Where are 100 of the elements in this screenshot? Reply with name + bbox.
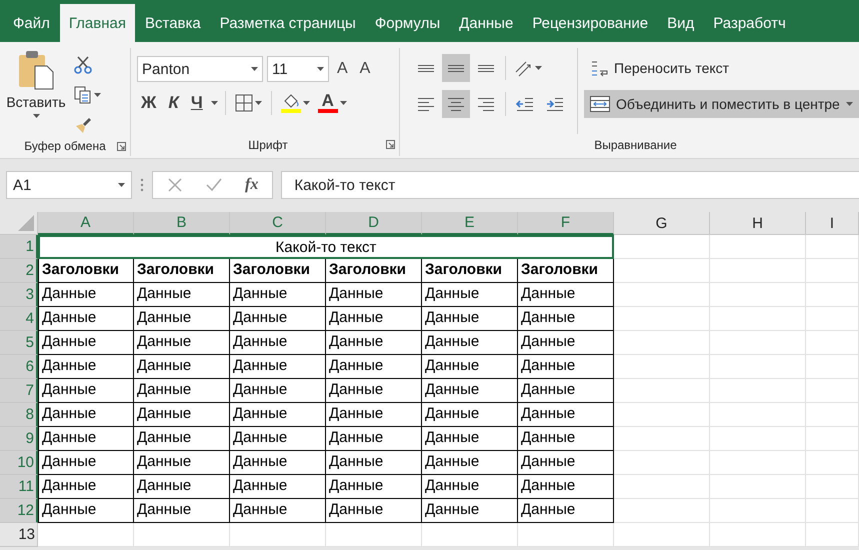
column-header[interactable]: B: [134, 212, 230, 235]
column-header[interactable]: C: [230, 212, 326, 235]
merge-center-button[interactable]: Объединить и поместить в центре: [584, 90, 859, 118]
row-header[interactable]: 13: [0, 523, 38, 547]
table-cell: Данные: [134, 355, 230, 379]
column-header[interactable]: D: [326, 212, 422, 235]
table-cell: Данные: [326, 475, 422, 499]
ribbon-tab[interactable]: Главная: [60, 4, 135, 42]
table-cell: Данные: [422, 307, 518, 331]
column-header[interactable]: I: [806, 212, 859, 235]
shrink-font-button[interactable]: A: [356, 58, 374, 80]
table-cell: Данные: [422, 403, 518, 427]
table-cell: Данные: [518, 307, 614, 331]
align-middle-button[interactable]: [442, 54, 470, 82]
row-header[interactable]: 11: [0, 475, 38, 499]
ribbon-tab[interactable]: Формулы: [366, 4, 450, 42]
column-header[interactable]: H: [710, 212, 806, 235]
table-cell: Данные: [518, 499, 614, 523]
formula-field[interactable]: Какой-то текст: [281, 171, 859, 199]
table-cell: Данные: [518, 379, 614, 403]
caret-icon: [210, 101, 218, 105]
italic-button[interactable]: К: [164, 91, 183, 115]
empty-cell: [806, 355, 859, 379]
row-header[interactable]: 12: [0, 499, 38, 523]
caret-icon: [94, 93, 101, 97]
row-header[interactable]: 1: [0, 235, 38, 259]
column-header[interactable]: A: [38, 212, 134, 235]
underline-button[interactable]: Ч: [186, 91, 207, 115]
font-name-field[interactable]: Panton: [137, 56, 263, 82]
paste-button[interactable]: Вставить: [0, 48, 72, 136]
font-color-button[interactable]: A: [316, 91, 349, 115]
empty-cell: [806, 403, 859, 427]
column-header[interactable]: G: [614, 212, 710, 235]
ribbon-tab[interactable]: Рецензирование: [523, 4, 658, 42]
borders-button[interactable]: [232, 92, 264, 114]
ribbon-tab[interactable]: Разметка страницы: [210, 4, 365, 42]
group-label: Шрифт: [248, 138, 288, 152]
header-cell: Заголовки: [38, 259, 134, 283]
table-cell: Данные: [230, 307, 326, 331]
copy-button[interactable]: [72, 84, 103, 106]
name-box[interactable]: A1: [6, 171, 132, 199]
row-header[interactable]: 4: [0, 307, 38, 331]
header-cell: Заголовки: [518, 259, 614, 283]
table-cell: Данные: [38, 355, 134, 379]
row-header[interactable]: 8: [0, 403, 38, 427]
scissors-icon: [74, 56, 92, 74]
table-cell: Данные: [230, 403, 326, 427]
lines-icon: [448, 98, 464, 110]
caret-icon: [254, 101, 262, 105]
lines-icon: [448, 64, 464, 72]
drag-handle-icon: [140, 178, 144, 192]
row-header[interactable]: 6: [0, 355, 38, 379]
launcher-icon[interactable]: [386, 140, 395, 149]
font-size-field[interactable]: 11: [267, 56, 329, 82]
empty-cell: [806, 235, 859, 259]
table-cell: Данные: [38, 403, 134, 427]
table-cell: Данные: [326, 499, 422, 523]
table-cell: Данные: [518, 427, 614, 451]
column-header[interactable]: F: [518, 212, 614, 235]
empty-cell: [806, 475, 859, 499]
table-cell: Данные: [134, 283, 230, 307]
ribbon-tab[interactable]: Вид: [658, 4, 704, 42]
row-header[interactable]: 10: [0, 451, 38, 475]
table-cell: Данные: [518, 403, 614, 427]
caret-icon: [32, 114, 40, 118]
lines-icon: [418, 64, 434, 72]
lines-icon: [478, 98, 494, 110]
table-cell: Данные: [326, 331, 422, 355]
ribbon-tab[interactable]: Вставка: [136, 4, 210, 42]
clipboard-icon: [17, 50, 55, 90]
row-header[interactable]: 7: [0, 379, 38, 403]
column-header[interactable]: E: [422, 212, 518, 235]
header-cell: Заголовки: [230, 259, 326, 283]
table-cell: Данные: [134, 499, 230, 523]
row-header[interactable]: 9: [0, 427, 38, 451]
grow-font-button[interactable]: A: [333, 58, 352, 80]
align-center-button[interactable]: [442, 90, 470, 118]
table-cell: Данные: [518, 475, 614, 499]
ribbon-tab[interactable]: Данные: [450, 4, 522, 42]
ribbon-tab[interactable]: Файл: [4, 4, 59, 42]
insert-function-button[interactable]: fx: [245, 176, 258, 194]
ribbon-tab[interactable]: Разработч: [704, 4, 795, 42]
bold-button[interactable]: Ж: [137, 91, 160, 115]
table-cell: Данные: [38, 499, 134, 523]
empty-cell: [806, 523, 859, 547]
row-header[interactable]: 2: [0, 259, 38, 283]
caret-icon: [118, 183, 125, 187]
header-cell: Заголовки: [134, 259, 230, 283]
row-header[interactable]: 3: [0, 283, 38, 307]
checkmark-icon[interactable]: [205, 177, 223, 193]
caret-icon: [535, 66, 542, 70]
table-cell: Данные: [230, 475, 326, 499]
lines-icon: [478, 64, 494, 72]
wrap-text-button[interactable]: Переносить текст: [584, 54, 859, 82]
table-cell: Данные: [230, 451, 326, 475]
row-header[interactable]: 5: [0, 331, 38, 355]
launcher-icon[interactable]: [117, 142, 126, 151]
table-cell: Данные: [134, 307, 230, 331]
table-cell: Данные: [38, 475, 134, 499]
caret-icon: [251, 67, 258, 71]
